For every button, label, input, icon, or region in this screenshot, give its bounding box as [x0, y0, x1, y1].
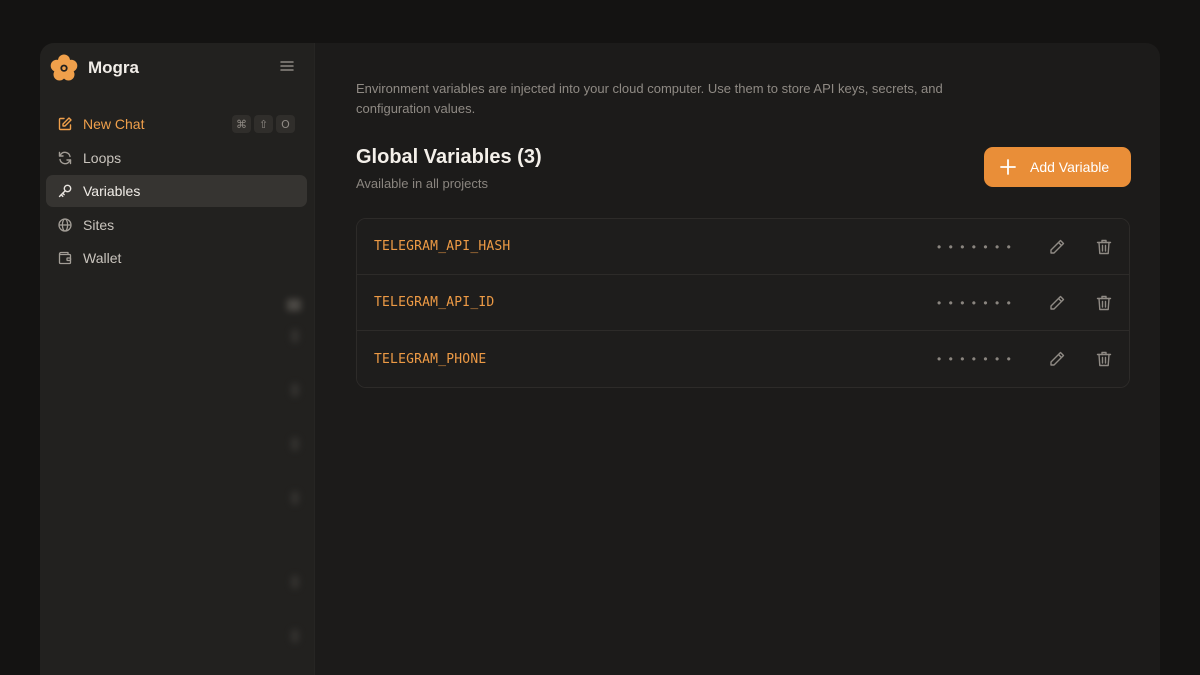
- sidebar: Mogra New Chat ⌘ ⇧ O Loops Variables Sit…: [40, 43, 315, 675]
- app-window: Mogra New Chat ⌘ ⇧ O Loops Variables Sit…: [40, 43, 1160, 675]
- variable-name[interactable]: TELEGRAM_API_HASH: [374, 239, 510, 254]
- wallet-icon: [58, 252, 72, 265]
- variable-name[interactable]: TELEGRAM_PHONE: [374, 352, 486, 367]
- trash-icon[interactable]: [1094, 293, 1114, 313]
- variable-value-masked[interactable]: •••••••: [937, 331, 1018, 387]
- sidebar-item-variables[interactable]: Variables: [46, 175, 307, 208]
- chat-tag: [291, 575, 299, 589]
- variable-list: TELEGRAM_API_HASH ••••••• TELEGRAM_API_I…: [356, 218, 1130, 388]
- chat-tag: [291, 329, 299, 343]
- pencil-icon[interactable]: [1047, 237, 1067, 257]
- brand[interactable]: Mogra: [49, 53, 139, 83]
- brand-name: Mogra: [88, 58, 139, 77]
- history-header: [56, 293, 301, 317]
- globe-icon: [58, 218, 72, 232]
- page-title: Global Variables (3): [356, 146, 542, 168]
- chat-history-blurred: [56, 293, 301, 675]
- pencil-icon[interactable]: [1047, 293, 1067, 313]
- chat-history-item[interactable]: [56, 573, 301, 627]
- shortcut-key: ⇧: [254, 115, 273, 133]
- chat-history-item[interactable]: [56, 489, 301, 543]
- chat-tag: [291, 437, 299, 451]
- refresh-icon: [58, 151, 72, 164]
- variable-row: TELEGRAM_PHONE •••••••: [357, 331, 1129, 387]
- chat-history-item[interactable]: [56, 381, 301, 435]
- chat-tag: [291, 629, 299, 643]
- variable-value-masked[interactable]: •••••••: [937, 219, 1018, 275]
- main-panel: Environment variables are injected into …: [315, 43, 1160, 675]
- pencil-icon[interactable]: [1047, 349, 1067, 369]
- variable-name[interactable]: TELEGRAM_API_ID: [374, 295, 494, 310]
- sidebar-item-loops[interactable]: Loops: [46, 142, 307, 174]
- chat-subitem-placeholder[interactable]: [56, 543, 301, 573]
- variable-row: TELEGRAM_API_HASH •••••••: [357, 219, 1129, 275]
- add-variable-button[interactable]: Add Variable: [984, 147, 1131, 187]
- trash-icon[interactable]: [1094, 237, 1114, 257]
- sidebar-item-wallet[interactable]: Wallet: [46, 242, 307, 274]
- sidebar-item-sites[interactable]: Sites: [46, 209, 307, 241]
- page-subtitle: Available in all projects: [356, 176, 488, 191]
- chat-history-item[interactable]: [56, 627, 301, 675]
- key-icon: [58, 184, 72, 198]
- shortcut-hint: ⌘ ⇧ O: [232, 115, 295, 133]
- sidebar-item-label: Loops: [83, 149, 122, 166]
- shortcut-key: O: [276, 115, 295, 133]
- sidebar-item-label: New Chat: [83, 116, 145, 132]
- plus-icon: [1000, 159, 1016, 175]
- hamburger-menu-icon[interactable]: [278, 57, 296, 75]
- history-header-placeholder: [56, 298, 87, 312]
- sidebar-item-label: Variables: [83, 183, 141, 200]
- sidebar-item-label: Wallet: [83, 250, 122, 267]
- sidebar-item-new-chat[interactable]: New Chat ⌘ ⇧ O: [46, 108, 307, 140]
- shortcut-key: ⌘: [232, 115, 251, 133]
- add-variable-label: Add Variable: [1030, 159, 1110, 175]
- chat-tag: [291, 491, 299, 505]
- history-header-box: [287, 299, 301, 311]
- variable-row: TELEGRAM_API_ID •••••••: [357, 275, 1129, 331]
- flower-logo-icon: [50, 54, 78, 81]
- trash-icon[interactable]: [1094, 349, 1114, 369]
- edit-icon: [58, 117, 72, 131]
- chat-history-item[interactable]: [56, 327, 301, 381]
- chat-tag: [291, 383, 299, 397]
- sidebar-item-label: Sites: [83, 216, 115, 233]
- variable-value-masked[interactable]: •••••••: [937, 275, 1018, 331]
- intro-text: Environment variables are injected into …: [356, 81, 943, 116]
- chat-history-item[interactable]: [56, 435, 301, 489]
- sidebar-nav: New Chat ⌘ ⇧ O Loops Variables Sites Wal…: [46, 108, 307, 276]
